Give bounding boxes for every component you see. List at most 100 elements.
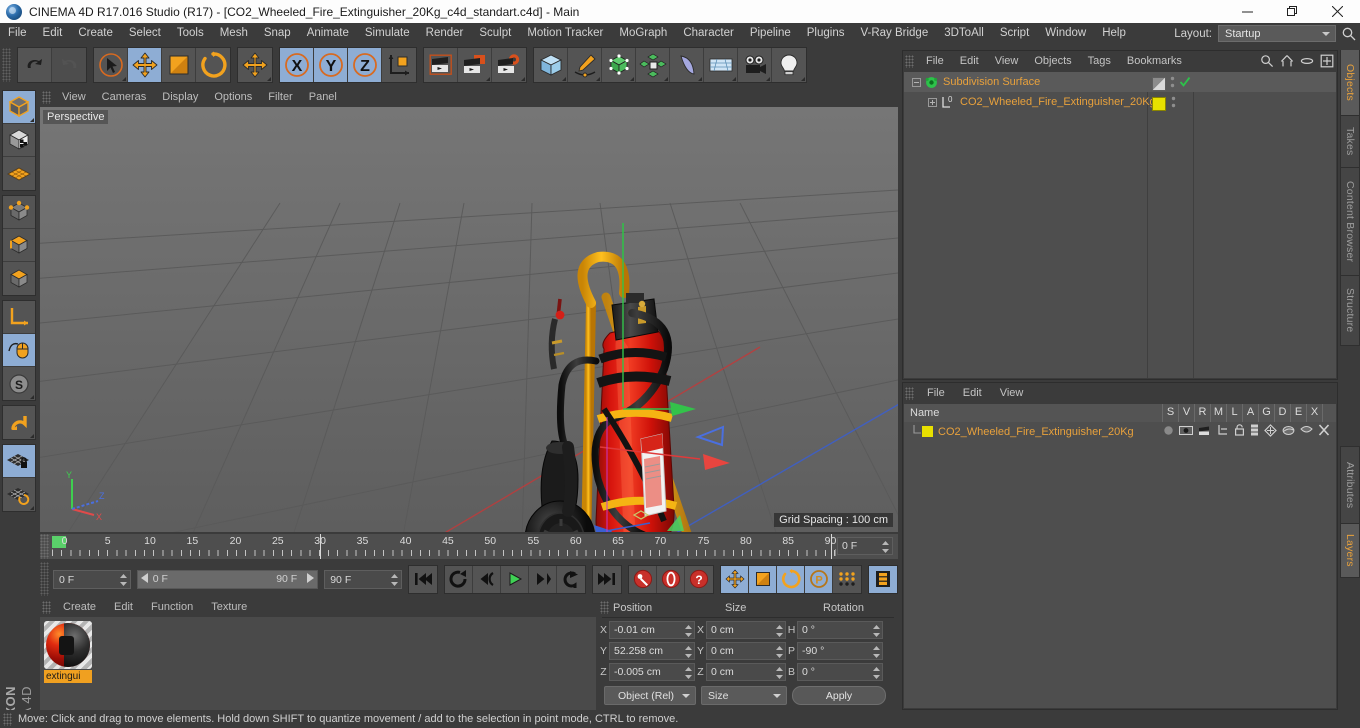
- step-back-icon[interactable]: [473, 565, 501, 593]
- return-icon[interactable]: [557, 565, 585, 593]
- menu-select[interactable]: Select: [121, 23, 169, 44]
- menu-script[interactable]: Script: [992, 23, 1037, 44]
- undo-icon[interactable]: [18, 48, 52, 82]
- nurbs-icon[interactable]: [602, 48, 636, 82]
- object-menu-view[interactable]: View: [987, 51, 1027, 71]
- xref-icon[interactable]: [1318, 424, 1330, 439]
- maximize-button[interactable]: [1270, 0, 1315, 23]
- spinner-icon[interactable]: [882, 541, 889, 559]
- render-camera-icon[interactable]: [1198, 425, 1212, 439]
- edges-mode-icon[interactable]: [3, 229, 35, 262]
- material-menu-create[interactable]: Create: [54, 598, 105, 617]
- menu-tools[interactable]: Tools: [169, 23, 212, 44]
- material-menu-function[interactable]: Function: [142, 598, 202, 617]
- object-menu-edit[interactable]: Edit: [952, 51, 987, 71]
- coordinates-grip[interactable]: [600, 601, 609, 614]
- layer-manager-grip[interactable]: [905, 386, 914, 400]
- menu-mesh[interactable]: Mesh: [212, 23, 256, 44]
- object-axis-icon[interactable]: [3, 301, 35, 334]
- object-menu-bookmarks[interactable]: Bookmarks: [1119, 51, 1190, 71]
- enable-snap-icon[interactable]: S: [3, 367, 35, 400]
- column-r[interactable]: R: [1194, 404, 1210, 422]
- keyframe-help-icon[interactable]: ?: [685, 565, 713, 593]
- render-settings-icon[interactable]: [492, 48, 526, 82]
- column-x[interactable]: X: [1306, 404, 1322, 422]
- column-l[interactable]: L: [1226, 404, 1242, 422]
- rotation-p-field[interactable]: -90 °: [797, 642, 883, 660]
- spinner-icon[interactable]: [391, 573, 398, 592]
- menu-create[interactable]: Create: [70, 23, 121, 44]
- side-tab-structure[interactable]: Structure: [1340, 276, 1360, 346]
- workplane-rotate-icon[interactable]: [3, 478, 35, 511]
- dots-icon[interactable]: [1170, 75, 1175, 92]
- workplane-mode-icon[interactable]: [3, 157, 35, 190]
- object-tree[interactable]: Subdivision Surface 0 CO2_Wheeled_Fire_E…: [904, 72, 1336, 378]
- spinner-icon[interactable]: [873, 646, 880, 663]
- magnet-icon[interactable]: [3, 406, 35, 439]
- key-position-icon[interactable]: [721, 565, 749, 593]
- viewport-menu-panel[interactable]: Panel: [301, 88, 345, 107]
- viewport-menu-view[interactable]: View: [54, 88, 94, 107]
- material-tag-icon[interactable]: [1152, 96, 1166, 111]
- position-x-field[interactable]: -0.01 cm: [609, 621, 695, 639]
- status-bar-grip[interactable]: [3, 712, 12, 726]
- timeline-start-field[interactable]: 0 F: [53, 569, 131, 589]
- menu-snap[interactable]: Snap: [256, 23, 299, 44]
- rotation-h-field[interactable]: 0 °: [797, 621, 883, 639]
- fullscreen-icon[interactable]: [1320, 54, 1334, 71]
- timeline-current-frame-field[interactable]: 0 F: [837, 537, 893, 555]
- side-tab-objects[interactable]: Objects: [1340, 50, 1360, 116]
- deformer-icon[interactable]: [1282, 424, 1295, 440]
- spline-pen-icon[interactable]: [568, 48, 602, 82]
- generator-icon[interactable]: [1264, 423, 1277, 440]
- key-scale-icon[interactable]: [749, 565, 777, 593]
- camera-icon[interactable]: [738, 48, 772, 82]
- material-item[interactable]: extingui: [44, 621, 92, 683]
- scale-tool-icon[interactable]: [162, 48, 196, 82]
- menu-plugins[interactable]: Plugins: [799, 23, 853, 44]
- object-manager-grip[interactable]: [905, 54, 914, 68]
- key-param-icon[interactable]: P: [805, 565, 833, 593]
- side-tab-layers[interactable]: Layers: [1340, 524, 1360, 578]
- visible-eye-icon[interactable]: [1179, 425, 1193, 439]
- position-z-field[interactable]: -0.005 cm: [609, 663, 695, 681]
- spinner-icon[interactable]: [685, 646, 692, 663]
- column-v[interactable]: V: [1178, 404, 1194, 422]
- menu-pipeline[interactable]: Pipeline: [742, 23, 799, 44]
- expander-icon[interactable]: [912, 77, 921, 87]
- move-tool-icon[interactable]: [128, 48, 162, 82]
- spinner-icon[interactable]: [685, 625, 692, 642]
- material-list[interactable]: extingui: [40, 617, 596, 710]
- column-s[interactable]: S: [1162, 404, 1178, 422]
- layer-menu-file[interactable]: File: [918, 383, 954, 403]
- menu-mograph[interactable]: MoGraph: [611, 23, 675, 44]
- search-icon[interactable]: [1341, 26, 1357, 42]
- viewport-menu-display[interactable]: Display: [154, 88, 206, 107]
- dots-icon[interactable]: [1171, 95, 1176, 112]
- object-menu-objects[interactable]: Objects: [1026, 51, 1079, 71]
- menu-motion-tracker[interactable]: Motion Tracker: [519, 23, 611, 44]
- floor-environment-icon[interactable]: [704, 48, 738, 82]
- search-icon[interactable]: [1260, 54, 1274, 71]
- model-mode-icon[interactable]: [3, 91, 35, 124]
- expression-icon[interactable]: [1300, 425, 1313, 439]
- material-menu-texture[interactable]: Texture: [202, 598, 256, 617]
- spinner-icon[interactable]: [685, 667, 692, 684]
- menu-simulate[interactable]: Simulate: [357, 23, 418, 44]
- redo-icon[interactable]: [52, 48, 86, 82]
- side-tab-attributes[interactable]: Attributes: [1340, 446, 1360, 524]
- viewport-menu-options[interactable]: Options: [206, 88, 260, 107]
- lock-workplane-icon[interactable]: [3, 445, 35, 478]
- column-a[interactable]: A: [1242, 404, 1258, 422]
- size-y-field[interactable]: 0 cm: [706, 642, 786, 660]
- expander-icon[interactable]: [928, 97, 937, 107]
- object-menu-tags[interactable]: Tags: [1080, 51, 1119, 71]
- home-icon[interactable]: [1280, 54, 1294, 71]
- key-pla-icon[interactable]: [833, 565, 861, 593]
- spinner-icon[interactable]: [873, 625, 880, 642]
- side-tab-content-browser[interactable]: Content Browser: [1340, 168, 1360, 276]
- viewport-menu-cameras[interactable]: Cameras: [94, 88, 155, 107]
- timeline-bar-grip[interactable]: [40, 562, 49, 596]
- size-z-field[interactable]: 0 cm: [706, 663, 786, 681]
- position-y-field[interactable]: 52.258 cm: [609, 642, 695, 660]
